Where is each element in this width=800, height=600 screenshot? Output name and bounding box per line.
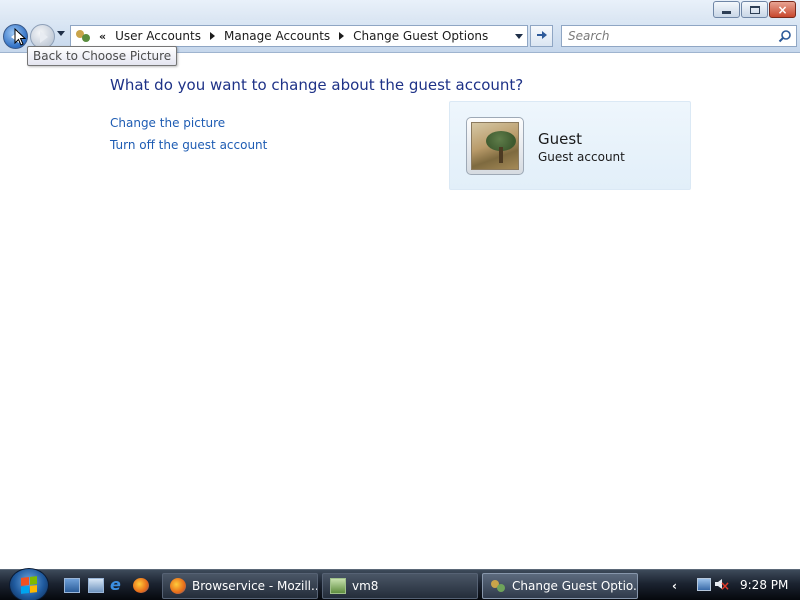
volume-muted-icon[interactable]: × [714, 578, 730, 593]
page-title: What do you want to change about the gue… [110, 76, 524, 94]
network-icon[interactable] [697, 578, 711, 591]
breadcrumb-user-accounts[interactable]: User Accounts [115, 29, 201, 43]
user-accounts-icon [490, 578, 506, 594]
taskbar: e Browservice - Mozill... vm8 Change Gue… [0, 568, 800, 600]
internet-explorer-icon[interactable]: e [110, 575, 128, 594]
recent-pages-dropdown-icon[interactable] [57, 31, 65, 36]
start-button[interactable] [9, 568, 49, 600]
vm-icon [330, 578, 346, 594]
breadcrumb-change-guest-options[interactable]: Change Guest Options [353, 29, 488, 43]
close-icon: × [777, 2, 788, 17]
window-controls: × [713, 1, 796, 18]
taskbar-button-label: vm8 [352, 579, 379, 593]
mouse-cursor-icon [14, 28, 26, 46]
search-input[interactable]: Search [561, 25, 797, 47]
title-bar: × [0, 0, 800, 20]
user-accounts-icon [75, 28, 91, 44]
account-type: Guest account [538, 150, 625, 164]
taskbar-button-label: Browservice - Mozill... [192, 579, 318, 593]
breadcrumb-manage-accounts[interactable]: Manage Accounts [224, 29, 330, 43]
taskbar-button-browservice[interactable]: Browservice - Mozill... [162, 573, 318, 599]
windows-logo-icon [21, 576, 37, 594]
firefox-icon [170, 578, 186, 594]
minimize-button[interactable] [713, 1, 740, 18]
close-button[interactable]: × [769, 1, 796, 18]
switch-windows-icon[interactable] [88, 578, 104, 593]
account-card: Guest Guest account [449, 101, 691, 190]
taskbar-button-label: Change Guest Optio... [512, 579, 638, 593]
breadcrumb-separator-icon[interactable] [209, 32, 215, 40]
forward-arrow-icon [39, 30, 48, 43]
maximize-button[interactable] [741, 1, 768, 18]
clock[interactable]: 9:28 PM [740, 578, 788, 592]
account-name: Guest [538, 130, 583, 148]
show-desktop-icon[interactable] [64, 578, 80, 593]
search-placeholder: Search [568, 29, 610, 43]
taskbar-button-vm8[interactable]: vm8 [322, 573, 478, 599]
minimize-icon [722, 11, 731, 14]
account-picture [466, 117, 524, 175]
refresh-button[interactable] [530, 25, 553, 47]
change-picture-link[interactable]: Change the picture [110, 116, 225, 130]
show-hidden-icons-button[interactable]: ‹ [672, 579, 677, 593]
restore-icon [749, 5, 760, 14]
search-icon[interactable] [778, 29, 792, 43]
turn-off-guest-link[interactable]: Turn off the guest account [110, 138, 267, 152]
breadcrumb-separator-icon[interactable] [339, 32, 345, 40]
taskbar-button-change-guest-options[interactable]: Change Guest Optio... [482, 573, 638, 599]
address-bar[interactable]: « User Accounts Manage Accounts Change G… [70, 25, 528, 47]
address-dropdown-icon[interactable] [515, 34, 523, 39]
breadcrumb-overflow[interactable]: « [99, 30, 106, 43]
back-button-tooltip: Back to Choose Picture [27, 46, 178, 66]
refresh-icon [536, 31, 547, 39]
firefox-quicklaunch-icon[interactable] [133, 578, 149, 593]
